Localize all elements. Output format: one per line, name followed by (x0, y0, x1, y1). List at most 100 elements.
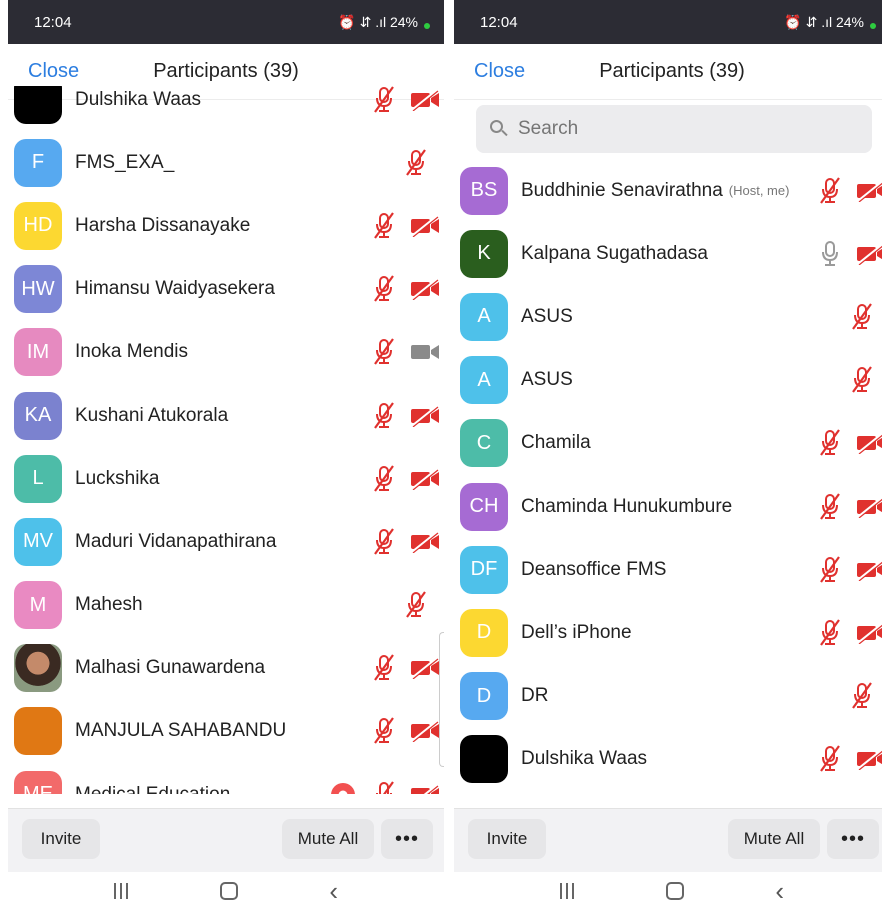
recording-icon (330, 782, 356, 794)
participant-name: FMS_EXA_ (75, 151, 175, 173)
back-icon[interactable]: ‹ (329, 876, 338, 907)
video-off-icon (856, 622, 882, 645)
participant-name: Inoka Mendis (75, 341, 189, 363)
footer-toolbar: Invite Mute All ••• (454, 808, 882, 872)
mic-muted-icon (372, 211, 396, 241)
participant-row[interactable]: C Chamila (454, 412, 882, 475)
video-icon (410, 341, 440, 363)
mic-muted-icon (850, 681, 874, 711)
status-icons: ⏰ ⇵ .ıl 24% (338, 14, 430, 31)
mic-muted-icon (818, 492, 842, 522)
participant-name: Chamila (521, 432, 591, 454)
participant-name: Himansu Waidyasekera (75, 278, 275, 300)
participant-status-icons (372, 510, 444, 573)
participant-row[interactable]: F FMS_EXA_ (8, 131, 444, 194)
home-icon[interactable] (665, 882, 684, 900)
avatar (14, 86, 62, 124)
participant-row[interactable]: BS Buddhinie Senavirathna (Host, me) (454, 159, 882, 222)
participant-name: Deansoffice FMS (521, 558, 667, 580)
participant-status-icons (372, 700, 444, 763)
mic-muted-icon (818, 555, 842, 585)
mic-muted-icon (372, 86, 396, 115)
more-button[interactable]: ••• (381, 819, 433, 859)
close-button[interactable]: Close (474, 60, 525, 83)
participant-row[interactable]: L Luckshika (8, 447, 444, 510)
back-icon[interactable]: ‹ (775, 876, 784, 907)
participant-row[interactable]: MV Maduri Vidanapathirana (8, 510, 444, 573)
status-time: 12:04 (480, 13, 518, 31)
participant-status-icons (372, 321, 444, 384)
close-button[interactable]: Close (28, 60, 79, 83)
recent-apps-icon[interactable] (113, 883, 128, 899)
participant-row[interactable]: HW Himansu Waidyasekera (8, 258, 444, 321)
avatar (14, 707, 62, 756)
mic-muted-icon (818, 744, 842, 774)
mic-muted-icon (818, 176, 842, 206)
avatar: CH (460, 482, 508, 531)
participant-row[interactable]: ME Medical Education (8, 763, 444, 794)
status-icons: ⏰ ⇵ .ıl 24% (784, 14, 876, 31)
recent-apps-icon[interactable] (559, 883, 574, 899)
more-button[interactable]: ••• (827, 819, 879, 859)
mute-all-button[interactable]: Mute All (282, 819, 374, 859)
participant-list[interactable]: Dulshika Waas F FMS_EXA_ HD Harsha Dissanaya… (8, 86, 444, 794)
home-icon[interactable] (219, 882, 238, 900)
participant-row[interactable]: MANJULA SAHABANDU (8, 700, 444, 763)
participant-row[interactable]: Malhasi Gunawardena (8, 637, 444, 700)
participant-status-icons (818, 159, 882, 222)
participant-row[interactable]: D DR (454, 665, 882, 728)
participant-status-icons (850, 349, 882, 412)
search-input[interactable] (518, 118, 818, 140)
participant-status-icons (818, 538, 882, 601)
participant-row[interactable]: A ASUS (454, 285, 882, 348)
participant-name: Malhasi Gunawardena (75, 657, 266, 679)
battery-dot-icon (870, 23, 876, 29)
participant-row[interactable]: CH Chaminda Hunukumbure (454, 475, 882, 538)
participant-list[interactable]: BS Buddhinie Senavirathna (Host, me) K Kalpa… (454, 100, 882, 808)
avatar: DF (460, 545, 508, 594)
header: Close Participants (39) (454, 44, 882, 100)
mic-icon (818, 239, 842, 269)
participant-name: Medical Education (75, 784, 230, 794)
participant-name: DR (521, 685, 549, 707)
mic-muted-icon (404, 590, 428, 620)
video-off-icon (410, 783, 440, 794)
mic-muted-icon (372, 780, 396, 794)
avatar: M (14, 581, 62, 630)
participant-status-icons (850, 285, 882, 348)
video-off-icon (856, 558, 882, 582)
participant-row[interactable]: Dulshika Waas (8, 86, 444, 131)
participant-status-icons (330, 763, 444, 794)
video-off-icon (410, 88, 440, 112)
participant-name: Luckshika (75, 467, 160, 489)
mic-muted-icon (372, 653, 396, 683)
participant-name: Kushani Atukorala (75, 404, 229, 426)
scrollbar[interactable] (439, 632, 444, 767)
avatar: A (460, 356, 508, 405)
invite-button[interactable]: Invite (22, 819, 100, 859)
participant-status-icons (404, 574, 444, 637)
participant-status-icons (372, 194, 444, 257)
invite-button[interactable]: Invite (468, 819, 546, 859)
participant-row[interactable]: A ASUS (454, 349, 882, 412)
video-off-icon (410, 657, 440, 680)
participant-row[interactable]: KA Kushani Atukorala (8, 384, 444, 447)
participant-status-icons (372, 637, 444, 700)
mute-all-button[interactable]: Mute All (728, 819, 820, 859)
search-box[interactable] (476, 105, 872, 153)
avatar: D (460, 672, 508, 721)
participant-row[interactable]: HD Harsha Dissanayake (8, 194, 444, 257)
participant-row[interactable]: K Kalpana Sugathadasa (454, 222, 882, 285)
participant-row[interactable]: M Mahesh (8, 574, 444, 637)
participant-row[interactable]: IM Inoka Mendis (8, 321, 444, 384)
participant-row[interactable]: D Dell’s iPhone (454, 601, 882, 664)
mic-muted-icon (372, 527, 396, 557)
participant-status-icons (850, 665, 882, 728)
video-off-icon (856, 243, 882, 266)
avatar: KA (14, 391, 62, 440)
participant-row[interactable]: Dulshika Waas (454, 728, 882, 791)
participant-name: Chaminda Hunukumbure (521, 495, 733, 517)
mic-muted-icon (372, 274, 396, 304)
participant-row[interactable]: DF Deansoffice FMS (454, 538, 882, 601)
participant-name: Dulshika Waas (521, 748, 648, 770)
